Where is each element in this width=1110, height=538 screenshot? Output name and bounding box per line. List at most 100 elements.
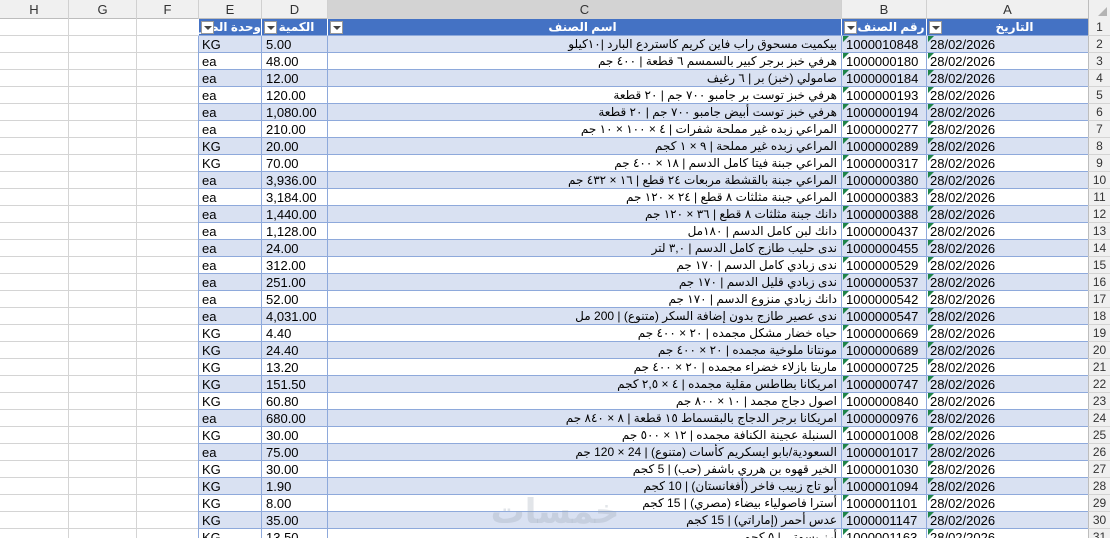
- row-number[interactable]: 29: [1088, 495, 1110, 512]
- cell-item-no[interactable]: 1000000669: [841, 325, 926, 342]
- empty-cell[interactable]: [68, 19, 136, 36]
- row-number[interactable]: 23: [1088, 393, 1110, 410]
- empty-cell[interactable]: [0, 36, 68, 53]
- row-number[interactable]: 1: [1088, 19, 1110, 36]
- empty-cell[interactable]: [68, 223, 136, 240]
- empty-cell[interactable]: [68, 444, 136, 461]
- empty-cell[interactable]: [68, 325, 136, 342]
- empty-cell[interactable]: [136, 274, 198, 291]
- cell-date[interactable]: 28/02/2026: [926, 461, 1088, 478]
- empty-cell[interactable]: [68, 427, 136, 444]
- row-number[interactable]: 14: [1088, 240, 1110, 257]
- empty-cell[interactable]: [0, 325, 68, 342]
- cell-unit[interactable]: ea: [198, 189, 261, 206]
- cell-item-name[interactable]: المراعي جبنة مثلثات ٨ قطع | ٢٤ × ١٢٠ جم: [327, 189, 841, 206]
- cell-unit[interactable]: KG: [198, 461, 261, 478]
- empty-cell[interactable]: [136, 155, 198, 172]
- cell-qty[interactable]: 75.00: [261, 444, 327, 461]
- empty-cell[interactable]: [0, 172, 68, 189]
- row-number[interactable]: 31: [1088, 529, 1110, 538]
- empty-cell[interactable]: [68, 121, 136, 138]
- filter-dropdown-icon[interactable]: [929, 21, 942, 34]
- row-number[interactable]: 19: [1088, 325, 1110, 342]
- cell-date[interactable]: 28/02/2026: [926, 223, 1088, 240]
- row-number[interactable]: 27: [1088, 461, 1110, 478]
- row-number[interactable]: 28: [1088, 478, 1110, 495]
- empty-cell[interactable]: [0, 104, 68, 121]
- cell-item-no[interactable]: 1000001163: [841, 529, 926, 538]
- row-number[interactable]: 11: [1088, 189, 1110, 206]
- empty-cell[interactable]: [68, 155, 136, 172]
- column-header-d[interactable]: D: [261, 0, 327, 19]
- row-number[interactable]: 3: [1088, 53, 1110, 70]
- cell-date[interactable]: 28/02/2026: [926, 512, 1088, 529]
- column-header-b[interactable]: B: [841, 0, 926, 19]
- empty-cell[interactable]: [68, 393, 136, 410]
- empty-cell[interactable]: [0, 155, 68, 172]
- cell-qty[interactable]: 4,031.00: [261, 308, 327, 325]
- row-number[interactable]: 6: [1088, 104, 1110, 121]
- empty-cell[interactable]: [68, 478, 136, 495]
- empty-cell[interactable]: [68, 274, 136, 291]
- empty-cell[interactable]: [136, 36, 198, 53]
- empty-cell[interactable]: [0, 376, 68, 393]
- empty-cell[interactable]: [136, 291, 198, 308]
- cell-qty[interactable]: 3,936.00: [261, 172, 327, 189]
- empty-cell[interactable]: [0, 223, 68, 240]
- cell-date[interactable]: 28/02/2026: [926, 240, 1088, 257]
- empty-cell[interactable]: [0, 359, 68, 376]
- cell-qty[interactable]: 8.00: [261, 495, 327, 512]
- empty-cell[interactable]: [68, 495, 136, 512]
- cell-qty[interactable]: 312.00: [261, 257, 327, 274]
- header-date[interactable]: التاريخ: [926, 19, 1088, 36]
- cell-item-no[interactable]: 1000000388: [841, 206, 926, 223]
- cell-date[interactable]: 28/02/2026: [926, 104, 1088, 121]
- empty-cell[interactable]: [0, 410, 68, 427]
- cell-unit[interactable]: KG: [198, 478, 261, 495]
- row-number[interactable]: 5: [1088, 87, 1110, 104]
- empty-cell[interactable]: [68, 53, 136, 70]
- row-number[interactable]: 16: [1088, 274, 1110, 291]
- cell-item-name[interactable]: بيكميت مسحوق راب فاين كريم كاستردع البار…: [327, 36, 841, 53]
- header-item-no[interactable]: رقم الصنف: [841, 19, 926, 36]
- empty-cell[interactable]: [0, 257, 68, 274]
- row-number[interactable]: 24: [1088, 410, 1110, 427]
- cell-item-no[interactable]: 1000000689: [841, 342, 926, 359]
- cell-item-no[interactable]: 1000000725: [841, 359, 926, 376]
- empty-cell[interactable]: [0, 206, 68, 223]
- cell-item-name[interactable]: مونتانا ملوخية مجمده | ٢٠ × ٤٠٠ جم: [327, 342, 841, 359]
- cell-item-no[interactable]: 1000000380: [841, 172, 926, 189]
- filter-dropdown-icon[interactable]: [844, 21, 857, 34]
- cell-qty[interactable]: 30.00: [261, 461, 327, 478]
- cell-item-name[interactable]: ندى زبادي كامل الدسم | ١٧٠ جم: [327, 257, 841, 274]
- cell-qty[interactable]: 1,440.00: [261, 206, 327, 223]
- empty-cell[interactable]: [0, 87, 68, 104]
- row-number[interactable]: 4: [1088, 70, 1110, 87]
- select-all-corner[interactable]: [1088, 0, 1110, 19]
- empty-cell[interactable]: [136, 104, 198, 121]
- empty-cell[interactable]: [136, 512, 198, 529]
- empty-cell[interactable]: [0, 291, 68, 308]
- cell-date[interactable]: 28/02/2026: [926, 155, 1088, 172]
- cell-date[interactable]: 28/02/2026: [926, 325, 1088, 342]
- cell-item-name[interactable]: المراعي زبده غير مملحة شفرات | ٤ × ١٠٠ ×…: [327, 121, 841, 138]
- empty-cell[interactable]: [0, 240, 68, 257]
- empty-cell[interactable]: [136, 478, 198, 495]
- cell-item-no[interactable]: 1000000289: [841, 138, 926, 155]
- cell-qty[interactable]: 30.00: [261, 427, 327, 444]
- empty-cell[interactable]: [68, 189, 136, 206]
- cell-item-name[interactable]: دانك زبادي منزوع الدسم | ١٧٠ جم: [327, 291, 841, 308]
- cell-unit[interactable]: KG: [198, 36, 261, 53]
- cell-unit[interactable]: KG: [198, 138, 261, 155]
- cell-date[interactable]: 28/02/2026: [926, 274, 1088, 291]
- empty-cell[interactable]: [0, 512, 68, 529]
- empty-cell[interactable]: [136, 19, 198, 36]
- cell-unit[interactable]: ea: [198, 53, 261, 70]
- empty-cell[interactable]: [136, 444, 198, 461]
- cell-item-no[interactable]: 1000000747: [841, 376, 926, 393]
- empty-cell[interactable]: [0, 444, 68, 461]
- empty-cell[interactable]: [136, 325, 198, 342]
- cell-date[interactable]: 28/02/2026: [926, 70, 1088, 87]
- cell-item-name[interactable]: اصول دجاج مجمد | ١٠ × ٨٠٠ جم: [327, 393, 841, 410]
- row-number[interactable]: 13: [1088, 223, 1110, 240]
